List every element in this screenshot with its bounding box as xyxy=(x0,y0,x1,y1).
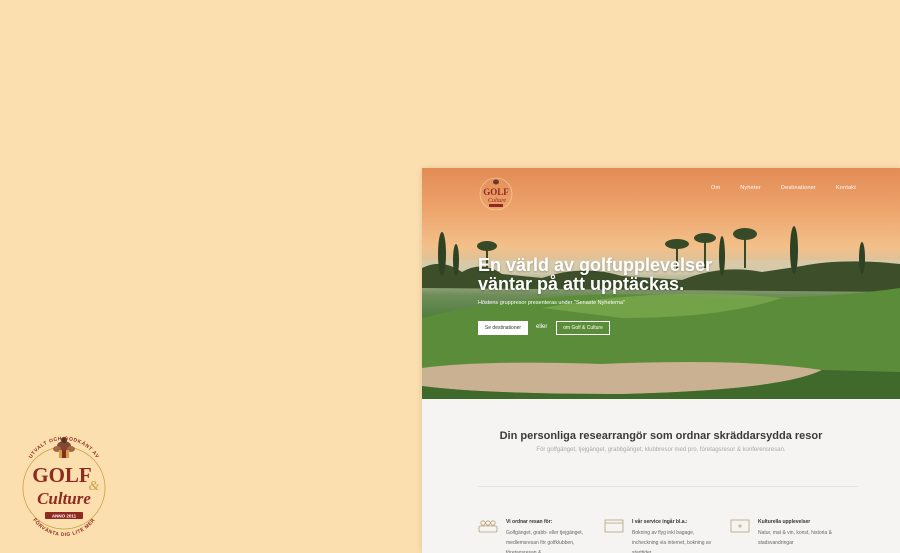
feature-text: Bokning av flyg inkl bagage, incheckning… xyxy=(632,530,712,553)
logo-bottom-arc-text: FÖRVÄNTA DIG LITE MER xyxy=(31,517,96,538)
logo-word-culture: Culture xyxy=(37,489,91,508)
section-divider xyxy=(478,486,858,487)
nav-item-om[interactable]: Om xyxy=(711,185,720,191)
nav-item-kontakt[interactable]: Kontakt xyxy=(836,185,856,191)
people-icon xyxy=(478,520,498,533)
feature-title: Vi ordnar resan för: xyxy=(506,519,553,525)
golf-culture-logo: UTVALT OCH GODKÄNT AV GOLF & Culture ANN… xyxy=(22,436,106,538)
logo-word-golf: GOLF xyxy=(32,463,92,487)
main-nav: Om Nyheter Destinationer Kontakt xyxy=(711,185,856,191)
svg-text:GOLF: GOLF xyxy=(483,187,509,197)
svg-text:Culture: Culture xyxy=(488,198,506,204)
site-logo-icon[interactable]: GOLF Culture xyxy=(477,175,515,211)
or-text: eller xyxy=(536,324,548,330)
svg-text:FÖRVÄNTA DIG LITE MER: FÖRVÄNTA DIG LITE MER xyxy=(31,517,96,538)
hero-subtitle: Höstens gruppresor presenteras under "Se… xyxy=(478,300,625,306)
feature-text: Golfgänget, grabb- eller tjejgänget, med… xyxy=(506,530,583,553)
hero-title: En värld av golfupplevelser väntar på at… xyxy=(478,256,778,294)
nav-item-destinationer[interactable]: Destinationer xyxy=(781,185,816,191)
logo-ribbon-text: ANNO 2011 xyxy=(52,514,77,519)
calendar-icon xyxy=(604,519,624,533)
intro-title: Din personliga researrangör som ordnar s… xyxy=(499,430,823,442)
nav-item-nyheter[interactable]: Nyheter xyxy=(740,185,761,191)
feature-title: I vår service ingår bl.a.: xyxy=(632,519,688,525)
hero-title-line-2: väntar på att upptäckas. xyxy=(478,274,685,294)
plus-card-icon xyxy=(730,519,750,533)
hero-section: GOLF Culture Om Nyheter Destinationer Ko… xyxy=(422,168,900,399)
page-background: UTVALT OCH GODKÄNT AV GOLF & Culture ANN… xyxy=(0,0,900,553)
intro-subtitle: För golfgänget, tjejgänget, grabbgänget,… xyxy=(536,447,786,453)
hero-title-line-1: En värld av golfupplevelser xyxy=(478,255,713,275)
feature-text: Natur, mat & vin, konst, historia & stad… xyxy=(758,530,832,546)
about-button[interactable]: om Golf & Culture xyxy=(556,321,610,335)
see-destinations-button[interactable]: Se destinationer xyxy=(478,321,528,335)
website-preview: GOLF Culture Om Nyheter Destinationer Ko… xyxy=(422,168,900,553)
feature-title: Kulturella upplevelser xyxy=(758,519,811,525)
